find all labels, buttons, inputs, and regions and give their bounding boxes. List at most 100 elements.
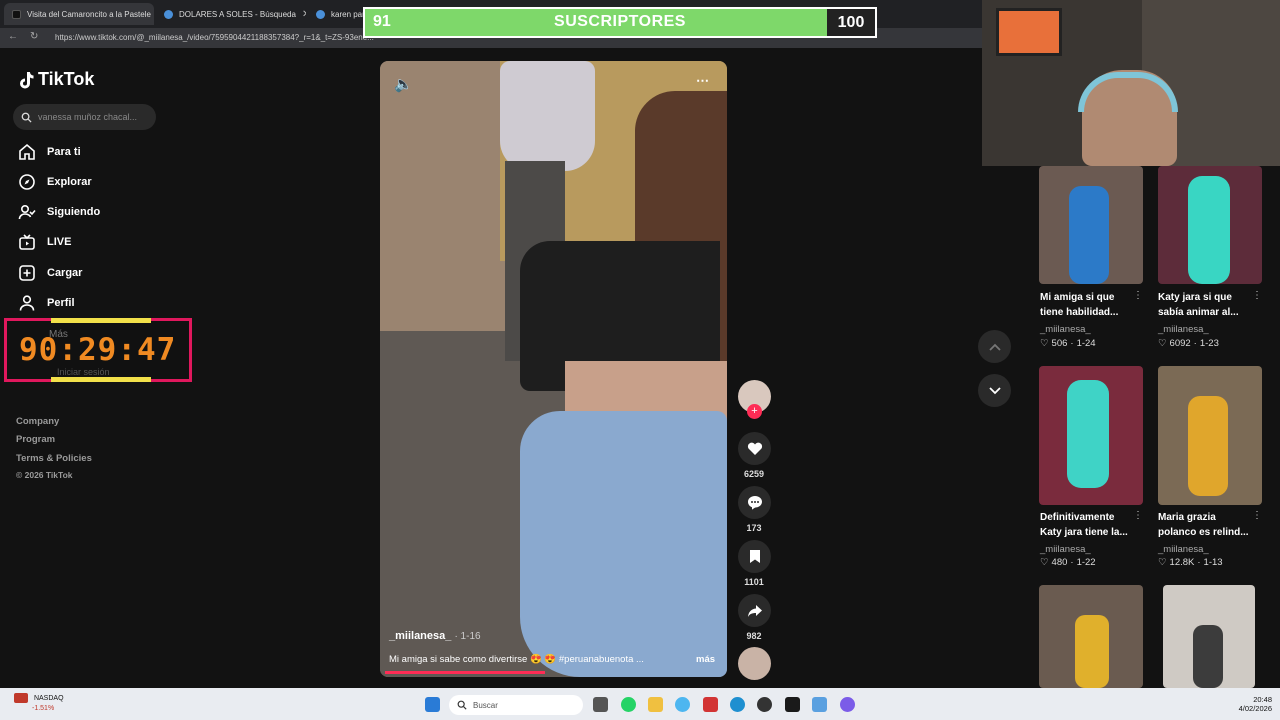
video-author[interactable]: _miilanesa_ · 1-16 (389, 630, 481, 642)
nav-item-cargar[interactable]: Cargar (18, 262, 82, 284)
footer-company-link[interactable]: Company (16, 416, 59, 427)
comment-button[interactable] (738, 486, 771, 519)
search-favicon-icon (316, 9, 325, 19)
browser-tab[interactable]: karen pania (308, 3, 368, 25)
app-icon[interactable] (757, 697, 772, 712)
related-thumbnail[interactable] (1039, 166, 1143, 284)
comment-icon (747, 496, 762, 510)
related-user[interactable]: _miilanesa_ (1040, 324, 1091, 335)
video-progress-bar[interactable] (385, 671, 545, 674)
windows-start-icon[interactable] (425, 697, 440, 712)
nav-item-siguiendo[interactable]: Siguiendo (18, 201, 100, 223)
related-title[interactable]: Mi amiga si que tiene habilidad... (1040, 290, 1135, 320)
caption-more-button[interactable]: más (696, 654, 715, 665)
tab-label: DOLARES A SOLES - Búsqueda (179, 9, 296, 19)
related-likes: 480 (1051, 557, 1068, 568)
related-thumbnail[interactable] (1039, 366, 1143, 505)
browser-tab[interactable]: Visita del Camaroncito a la Pastele ✕ (4, 3, 154, 25)
task-view-icon[interactable] (593, 697, 608, 712)
discord-icon[interactable] (840, 697, 855, 712)
sound-avatar[interactable] (738, 647, 771, 680)
nav-label: LIVE (47, 236, 72, 248)
save-count: 1101 (744, 577, 764, 587)
nav-item-para-ti[interactable]: Para ti (18, 141, 81, 163)
timer-bottom-stripe (51, 377, 151, 382)
stock-change: -1.51% (32, 705, 55, 712)
edge-icon[interactable] (730, 697, 745, 712)
share-button[interactable] (738, 594, 771, 627)
video-author-name[interactable]: _miilanesa_ (389, 630, 451, 642)
related-more-icon[interactable]: ⋮ (1133, 290, 1143, 301)
webcam-tv (996, 8, 1062, 56)
live-icon (19, 234, 35, 250)
related-thumbnail[interactable] (1039, 585, 1143, 688)
browser-tab[interactable]: DOLARES A SOLES - Búsqueda ✕ (156, 3, 306, 25)
subscriber-label: SUSCRIPTORES (554, 13, 686, 30)
like-count: 6259 (743, 469, 765, 479)
related-title[interactable]: Katy jara si que sabía animar al... (1158, 290, 1253, 320)
mute-icon[interactable]: 🔈 (394, 75, 413, 93)
back-icon[interactable]: ← (8, 31, 18, 42)
clock-date: 4/02/2026 (1238, 704, 1272, 713)
tab-label: Visita del Camaroncito a la Pastele (27, 9, 151, 19)
tiktok-favicon-icon (12, 9, 21, 19)
related-thumbnail[interactable] (1158, 366, 1262, 505)
nav-item-live[interactable]: LIVE (18, 231, 71, 253)
stock-widget[interactable]: NASDAQ -1.51% (14, 693, 64, 712)
search-input[interactable]: vanessa muñoz chacal... (13, 104, 156, 130)
timer-top-stripe (51, 318, 151, 323)
separator: · (1193, 338, 1197, 349)
previous-video-button[interactable] (978, 330, 1011, 363)
related-stats: ♡ 6092 · 1-23 (1158, 338, 1219, 349)
login-button[interactable]: Iniciar sesión (57, 367, 110, 377)
related-title[interactable]: Definitivamente Katy jara tiene la... (1040, 510, 1135, 540)
related-more-icon[interactable]: ⋮ (1252, 510, 1262, 521)
related-thumbnail[interactable] (1163, 585, 1255, 688)
system-clock[interactable]: 20:48 4/02/2026 (1232, 695, 1272, 713)
related-likes: 6092 (1169, 338, 1191, 349)
copilot-icon[interactable] (675, 697, 690, 712)
reload-icon[interactable]: ↻ (30, 31, 38, 42)
related-stats: ♡ 12.8K · 1-13 (1158, 557, 1223, 568)
share-icon (747, 604, 762, 617)
subscriber-goal: 100 (827, 9, 875, 36)
related-date: 1-22 (1076, 557, 1096, 568)
related-user[interactable]: _miilanesa_ (1040, 544, 1091, 555)
nav-label: Siguiendo (47, 206, 101, 218)
related-user[interactable]: _miilanesa_ (1158, 324, 1209, 335)
save-button[interactable] (738, 540, 771, 573)
more-options-icon[interactable]: ⋯ (696, 73, 709, 89)
related-date: 1-13 (1203, 557, 1223, 568)
author-avatar[interactable]: + (738, 380, 771, 419)
upload-icon (19, 265, 35, 281)
close-tab-icon[interactable]: ✕ (302, 9, 306, 20)
related-date: 1-24 (1076, 338, 1096, 349)
file-explorer-icon[interactable] (648, 697, 663, 712)
follow-plus-icon[interactable]: + (747, 404, 762, 419)
nav-label: Cargar (47, 267, 83, 279)
app-icon[interactable] (703, 697, 718, 712)
heart-outline-icon: ♡ (1040, 338, 1049, 349)
separator: · (1070, 557, 1074, 568)
notepad-icon[interactable] (812, 697, 827, 712)
related-more-icon[interactable]: ⋮ (1252, 290, 1262, 301)
url-field[interactable]: https://www.tiktok.com/@_miilanesa_/vide… (55, 31, 374, 45)
next-video-button[interactable] (978, 374, 1011, 407)
app-icon[interactable] (785, 697, 800, 712)
footer-copyright: © 2026 TikTok (16, 470, 73, 480)
related-user[interactable]: _miilanesa_ (1158, 544, 1209, 555)
related-thumbnail[interactable] (1158, 166, 1262, 284)
chevron-up-icon (988, 343, 1001, 351)
whatsapp-icon[interactable] (621, 697, 636, 712)
footer-terms-link[interactable]: Terms & Policies (16, 453, 92, 464)
thumb-figure (1188, 396, 1228, 496)
related-more-icon[interactable]: ⋮ (1133, 510, 1143, 521)
taskbar-search-input[interactable]: Buscar (449, 695, 583, 715)
nav-item-perfil[interactable]: Perfil (18, 292, 75, 314)
video-player[interactable]: 🔈 ⋯ (380, 61, 727, 677)
tiktok-logo[interactable]: TikTok (18, 69, 94, 90)
like-button[interactable] (738, 432, 771, 465)
footer-program-link[interactable]: Program (16, 434, 55, 445)
nav-item-explorar[interactable]: Explorar (18, 171, 92, 193)
related-title[interactable]: Maria grazia polanco es relind... (1158, 510, 1253, 540)
